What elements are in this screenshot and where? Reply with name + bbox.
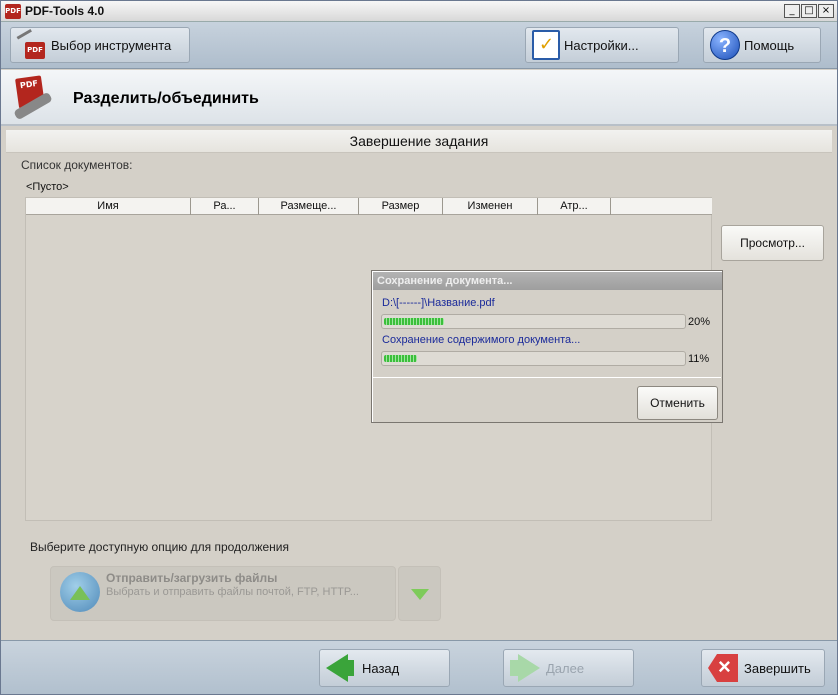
file-path-label: D:\[------]\Название.pdf xyxy=(382,297,495,309)
document-list-label: Список документов: xyxy=(21,158,133,172)
column-location[interactable]: Размеще... xyxy=(259,198,359,215)
cancel-button[interactable]: Отменить xyxy=(637,386,718,420)
finish-label: Завершить xyxy=(744,660,811,676)
dialog-title: Сохранение документа... xyxy=(373,272,722,290)
tool-select-label: Выбор инструмента xyxy=(51,37,172,53)
settings-button[interactable]: Настройки... xyxy=(525,27,679,63)
option-prompt: Выберите доступную опцию для продолжения xyxy=(30,540,289,554)
minimize-button[interactable]: _ xyxy=(784,4,800,18)
pdf-app-icon: PDF xyxy=(5,4,21,19)
stage-title: Завершение задания xyxy=(6,130,832,153)
content-progress-percent: 11% xyxy=(688,353,710,365)
table-header: Имя Ра... Размеще... Размер Изменен Атр.… xyxy=(26,198,712,215)
settings-label: Настройки... xyxy=(564,37,639,53)
app-window: PDF PDF-Tools 4.0 _ □ × PDF Выбор инстру… xyxy=(0,0,838,695)
file-progress-fill xyxy=(384,318,444,325)
arrow-right-icon xyxy=(510,654,540,682)
content-status-label: Сохранение содержимого документа... xyxy=(382,334,581,346)
back-button[interactable]: Назад xyxy=(319,649,450,687)
column-size[interactable]: Размер xyxy=(359,198,443,215)
globe-upload-icon xyxy=(60,572,100,612)
page-header: PDF Разделить/объединить xyxy=(1,70,837,126)
pdf-tools-icon: PDF xyxy=(16,28,47,60)
options-dropdown-button[interactable] xyxy=(398,566,441,621)
file-progress-bar xyxy=(381,314,686,329)
next-button[interactable]: Далее xyxy=(503,649,634,687)
column-modified[interactable]: Изменен xyxy=(443,198,538,215)
content-progress-fill xyxy=(384,355,417,362)
column-attributes[interactable]: Атр... xyxy=(538,198,611,215)
next-label: Далее xyxy=(546,660,585,676)
close-button[interactable]: × xyxy=(818,4,834,18)
arrow-left-icon xyxy=(326,654,356,682)
preview-button[interactable]: Просмотр... xyxy=(721,225,824,261)
split-merge-icon: PDF xyxy=(11,75,57,121)
content-progress-bar xyxy=(381,351,686,366)
maximize-button[interactable]: □ xyxy=(801,4,817,18)
tool-select-button[interactable]: PDF Выбор инструмента xyxy=(10,27,190,63)
column-name[interactable]: Имя xyxy=(26,198,191,215)
send-files-option[interactable]: Отправить/загрузить файлы Выбрать и отпр… xyxy=(50,566,396,621)
file-progress-percent: 20% xyxy=(688,316,711,328)
back-label: Назад xyxy=(362,660,400,676)
title-bar[interactable]: PDF PDF-Tools 4.0 _ □ × xyxy=(1,1,837,22)
close-tag-icon xyxy=(708,654,738,682)
toolbar: PDF Выбор инструмента Настройки... ? Пом… xyxy=(1,22,837,69)
window-title: PDF-Tools 4.0 xyxy=(25,4,105,18)
send-option-description: Выбрать и отправить файлы почтой, FTP, H… xyxy=(106,586,359,598)
help-button[interactable]: ? Помощь xyxy=(703,27,821,63)
page-title: Разделить/объединить xyxy=(73,90,259,107)
checklist-icon xyxy=(532,30,560,60)
send-option-title: Отправить/загрузить файлы xyxy=(106,571,278,585)
progress-dialog: Сохранение документа... D:\[------]\Назв… xyxy=(371,270,723,423)
column-pages[interactable]: Ра... xyxy=(191,198,259,215)
finish-button[interactable]: Завершить xyxy=(701,649,825,687)
help-label: Помощь xyxy=(744,37,795,53)
help-icon: ? xyxy=(710,30,740,60)
footer-bar: Назад Далее Завершить xyxy=(1,640,837,694)
empty-list-label: <Пусто> xyxy=(26,181,69,193)
dialog-separator xyxy=(373,377,721,378)
